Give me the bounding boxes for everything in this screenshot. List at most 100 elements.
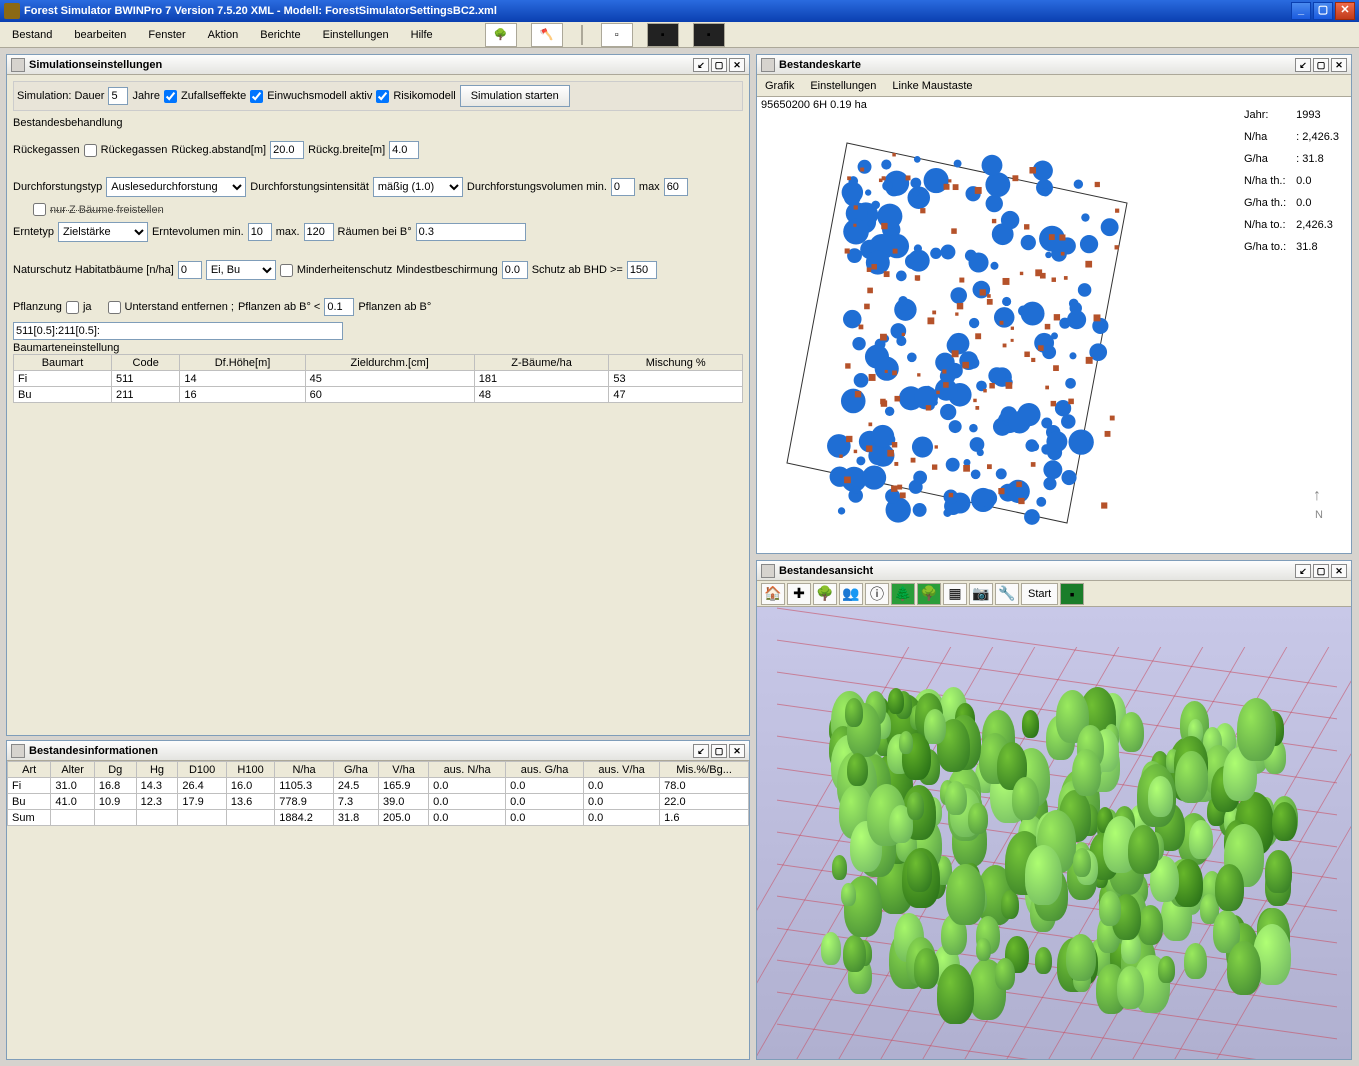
window-title: Forest Simulator BWINPro 7 Version 7.5.2… [24,5,1291,17]
panel-max-icon[interactable]: ▢ [711,58,727,72]
close-button[interactable]: ✕ [1335,2,1355,20]
skid-cb-label: Rückegassen [101,144,168,156]
harvest-vol-min-input[interactable] [248,223,272,241]
skid-dist-input[interactable] [270,141,304,159]
people-icon[interactable]: 👥 [839,583,863,605]
thin-vol-max-input[interactable] [664,178,688,196]
compass-icon: ↑N [1313,487,1323,523]
toolbar-btn-3[interactable]: ▪ [693,23,725,47]
panel-max-icon[interactable]: ▢ [711,744,727,758]
panel-close-icon[interactable]: ✕ [1331,564,1347,578]
app-icon [4,3,20,19]
table-row[interactable]: Fi31.016.814.326.416.01105.324.5165.90.0… [8,778,749,794]
thin-int-select[interactable]: mäßig (1.0) [373,177,463,197]
tree-tool-icon[interactable]: 🌳 [813,583,837,605]
thin-vol-min-label: Durchforstungsvolumen min. [467,181,607,193]
panel-min-icon[interactable]: ↙ [693,58,709,72]
species-header: Z-Bäume/ha [474,355,609,371]
plant-code-input[interactable] [13,322,343,340]
start-view-button[interactable]: Start [1021,583,1058,605]
thin-vol-min-input[interactable] [611,178,635,196]
understory-label: Unterstand entfernen ; [125,301,234,313]
tree-icon[interactable]: 🌳 [485,23,517,47]
view-3d-canvas[interactable] [757,607,1351,1059]
random-checkbox[interactable] [164,90,177,103]
info-icon[interactable]: ⓘ [865,583,889,605]
menu-bearbeiten[interactable]: bearbeiten [70,27,130,43]
nature-input[interactable] [178,261,202,279]
menu-bar: Bestand bearbeiten Fenster Aktion Berich… [0,22,1359,48]
info-header: H100 [226,762,274,778]
panel-min-icon[interactable]: ↙ [1295,564,1311,578]
menu-berichte[interactable]: Berichte [256,27,304,43]
skid-label: Rückegassen [13,144,80,156]
understory-checkbox[interactable] [108,301,121,314]
protect-bhd-input[interactable] [627,261,657,279]
home-icon[interactable]: 🏠 [761,583,785,605]
map-canvas[interactable]: 95650200 6H 0.19 ha Jahr:1993N/ha: 2,426… [757,97,1351,553]
menu-fenster[interactable]: Fenster [144,27,189,43]
minority-checkbox[interactable] [280,264,293,277]
skid-checkbox[interactable] [84,144,97,157]
panel-close-icon[interactable]: ✕ [729,744,745,758]
harvest-vol-min-label: Erntevolumen min. [152,226,244,238]
panel-min-icon[interactable]: ↙ [693,744,709,758]
harvest-type-select[interactable]: Zielstärke [58,222,148,242]
info-header: N/ha [275,762,334,778]
toolbar-btn-2[interactable]: ▪ [647,23,679,47]
info-header: D100 [178,762,226,778]
plant-from2-label: Pflanzen ab B° [358,301,431,313]
risk-checkbox[interactable] [376,90,389,103]
panel-icon [761,564,775,578]
wrench-icon[interactable]: 🔧 [995,583,1019,605]
table-row[interactable]: Fi511144518153 [14,371,743,387]
clear-input[interactable] [416,223,526,241]
panel-min-icon[interactable]: ↙ [1295,58,1311,72]
plant-from-input[interactable] [324,298,354,316]
green-tool2-icon[interactable]: 🌳 [917,583,941,605]
harvest-type-label: Erntetyp [13,226,54,238]
cross-icon[interactable]: ✚ [787,583,811,605]
nature-species-select[interactable]: Ei, Bu [206,260,276,280]
minority-label: Minderheitenschutz [297,264,392,276]
panel-max-icon[interactable]: ▢ [1313,564,1329,578]
ingrowth-checkbox[interactable] [250,90,263,103]
map-menu-einstellungen[interactable]: Einstellungen [810,80,876,92]
menu-hilfe[interactable]: Hilfe [407,27,437,43]
grid-icon[interactable]: ▦ [943,583,967,605]
harvest-vol-max-label: max. [276,226,300,238]
table-row[interactable]: Bu21116604847 [14,387,743,403]
only-z-checkbox[interactable] [33,203,46,216]
title-bar: Forest Simulator BWINPro 7 Version 7.5.2… [0,0,1359,22]
species-header: Code [112,355,180,371]
green-tool-icon[interactable]: 🌲 [891,583,915,605]
menu-bestand[interactable]: Bestand [8,27,56,43]
stand-view-panel: Bestandesansicht ↙ ▢ ✕ 🏠 ✚ 🌳 👥 ⓘ 🌲 🌳 ▦ 📷… [756,560,1352,1060]
menu-aktion[interactable]: Aktion [204,27,243,43]
info-header: G/ha [333,762,378,778]
map-menu-maustaste[interactable]: Linke Maustaste [892,80,972,92]
thin-type-select[interactable]: Auslesedurchforstung [106,177,246,197]
table-row[interactable]: Bu41.010.912.317.913.6778.97.339.00.00.0… [8,794,749,810]
menu-einstellungen[interactable]: Einstellungen [319,27,393,43]
camera-icon[interactable]: 📷 [969,583,993,605]
plant-yes-checkbox[interactable] [66,301,79,314]
start-simulation-button[interactable]: Simulation starten [460,85,570,107]
preview-icon[interactable]: ▪ [1060,583,1084,605]
info-header: Dg [94,762,136,778]
skid-width-input[interactable] [389,141,419,159]
panel-max-icon[interactable]: ▢ [1313,58,1329,72]
minimize-button[interactable]: _ [1291,2,1311,20]
panel-icon [11,58,25,72]
harvest-vol-max-input[interactable] [304,223,334,241]
only-z-label: nur Z Bäume freistellen [50,204,164,216]
table-row[interactable]: Sum1884.231.8205.00.00.00.01.6 [8,810,749,826]
panel-close-icon[interactable]: ✕ [729,58,745,72]
map-menu-grafik[interactable]: Grafik [765,80,794,92]
sim-duration-input[interactable] [108,87,128,105]
min-shade-input[interactable] [502,261,528,279]
toolbar-btn-1[interactable]: ▫ [601,23,633,47]
axe-icon[interactable]: 🪓 [531,23,563,47]
maximize-button[interactable]: ▢ [1313,2,1333,20]
panel-close-icon[interactable]: ✕ [1331,58,1347,72]
